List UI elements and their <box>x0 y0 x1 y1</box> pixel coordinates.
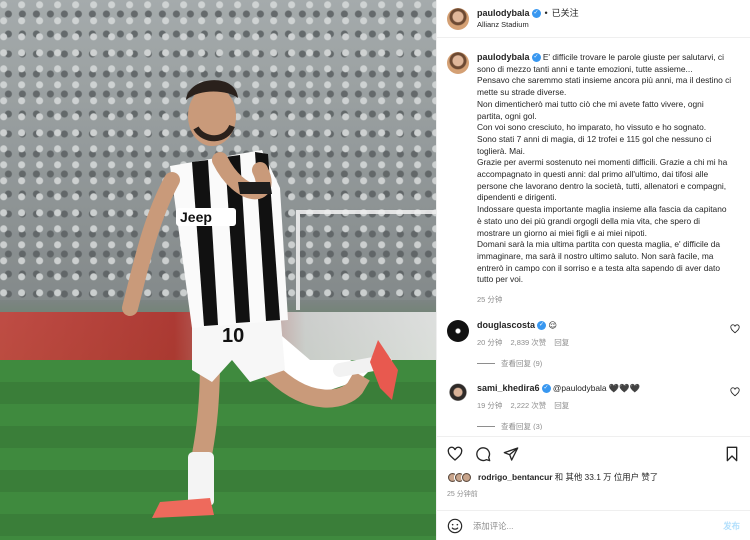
reply-button[interactable]: 回复 <box>554 337 569 348</box>
caption-time: 25 分钟 <box>477 295 503 305</box>
comment-likes[interactable]: 2,222 次赞 <box>510 400 546 411</box>
comment-text: @paulodybala 🖤🖤🖤 <box>552 382 641 393</box>
post-photo[interactable]: 10 Jeep <box>0 0 436 540</box>
instagram-post: 10 Jeep paulodybala ✓ • 已关注 Allianz Stad… <box>0 0 750 540</box>
caption-line: partita, ogni gol. <box>477 110 537 121</box>
comment-time: 19 分钟 <box>477 400 503 410</box>
comments-scroll-area[interactable]: paulodybala ✓ E' difficile trovare le par… <box>437 46 750 430</box>
caption-line: persone che lavorano dentro la società, … <box>477 180 727 191</box>
view-replies-label: 查看回复 (3) <box>501 421 543 430</box>
caption-block: paulodybala ✓ E' difficile trovare le par… <box>447 52 740 306</box>
comment-actions: 19 分钟 2,222 次赞 回复 <box>477 400 740 411</box>
caption-line: Grazie per avermi sostenuto nei momenti … <box>477 157 728 168</box>
caption-avatar[interactable] <box>447 52 469 74</box>
caption-text: paulodybala ✓ E' difficile trovare le par… <box>477 52 731 306</box>
post-location[interactable]: Allianz Stadium <box>477 19 579 30</box>
caption-lines: paulodybala ✓ E' difficile trovare le par… <box>477 52 731 286</box>
author-info: paulodybala ✓ • 已关注 Allianz Stadium <box>477 8 579 30</box>
caption-line: accompagnato in questi anni: dal primo a… <box>477 169 709 180</box>
caption-line-text: E' difficile trovare le parole giuste pe… <box>542 52 724 62</box>
comment-body: sami_khedira6 ✓ @paulodybala 🖤🖤🖤 19 分钟 2,… <box>477 383 740 411</box>
post-header: paulodybala ✓ • 已关注 Allianz Stadium <box>437 0 750 38</box>
reply-button[interactable]: 回复 <box>554 400 569 411</box>
caption-line: Con voi sono cresciuto, ho imparato, ho … <box>477 122 707 133</box>
commenter-username[interactable]: douglascosta <box>477 320 535 330</box>
caption-line: mette su strade diverse. <box>477 87 567 98</box>
caption-line: Non dimenticherò mai tutto ciò che mi av… <box>477 98 704 109</box>
author-username[interactable]: paulodybala <box>477 8 530 19</box>
caption-line: toglierà. Mai. <box>477 145 525 156</box>
comment-actions: 20 分钟 2,839 次赞 回复 <box>477 337 740 348</box>
comment-like-icon[interactable] <box>730 387 740 397</box>
replies-divider <box>477 425 495 427</box>
emoji-smiley-icon[interactable] <box>447 518 463 534</box>
liker-avatars[interactable] <box>447 471 472 483</box>
like-heart-icon[interactable] <box>447 446 463 462</box>
caption-line: entrerò in campo con il sorriso e a test… <box>477 262 721 273</box>
header-separator: • <box>544 7 548 18</box>
caption-line: tutto per voi. <box>477 274 524 285</box>
verified-badge-icon: ✓ <box>537 321 547 331</box>
comment-composer: 发布 <box>437 510 750 540</box>
comment-item: sami_khedira6 ✓ @paulodybala 🖤🖤🖤 19 分钟 2,… <box>447 382 740 411</box>
bookmark-icon[interactable] <box>724 446 740 462</box>
caption-line: è stato uno dei più grandi orgogli della… <box>477 215 701 226</box>
liked-by-username[interactable]: rodrigo_bentancur <box>478 472 552 482</box>
comment-body: douglascosta ✓ 😌 20 分钟 2,839 次赞 回复 <box>477 320 740 348</box>
action-bar: rodrigo_bentancur 和 其他 33.1 万 位用户 赞了 25 … <box>437 436 750 540</box>
commenter-avatar[interactable] <box>447 319 469 342</box>
shorts-number: 10 <box>222 325 244 347</box>
commenter-avatar[interactable] <box>447 382 469 405</box>
liked-by-row: rodrigo_bentancur 和 其他 33.1 万 位用户 赞了 <box>447 471 740 483</box>
comment-text: 😌 <box>548 319 558 330</box>
share-paper-plane-icon[interactable] <box>503 446 519 462</box>
author-avatar[interactable] <box>447 7 469 30</box>
view-replies-label: 查看回复 (9) <box>501 358 543 368</box>
comment-bubble-icon[interactable] <box>475 446 491 462</box>
caption-username[interactable]: paulodybala <box>477 52 530 62</box>
replies-divider <box>477 362 495 364</box>
post-details-panel: paulodybala ✓ • 已关注 Allianz Stadium paul… <box>436 0 750 540</box>
caption-line: Pensavo che saremmo stati insieme ancora… <box>477 75 732 86</box>
posted-ago: 25 分钟前 <box>447 491 478 498</box>
following-button[interactable]: 已关注 <box>552 8 579 19</box>
view-replies-button[interactable]: 查看回复 (3) <box>447 421 740 430</box>
post-comment-button[interactable]: 发布 <box>723 520 740 532</box>
action-icons <box>447 437 740 471</box>
caption-line: mostrare un giorno ai miei figli e ai mi… <box>477 227 647 238</box>
verified-badge-icon: ✓ <box>531 8 541 18</box>
comment-like-icon[interactable] <box>730 324 740 334</box>
verified-badge-icon: ✓ <box>531 53 541 63</box>
author-line: paulodybala ✓ • 已关注 <box>477 8 579 19</box>
player-figure: 10 Jeep <box>122 80 398 518</box>
verified-badge-icon: ✓ <box>541 384 551 394</box>
commenter-username[interactable]: sami_khedira6 <box>477 383 540 393</box>
liked-by-text: rodrigo_bentancur 和 其他 33.1 万 位用户 赞了 <box>478 471 658 483</box>
caption-line: Indossare questa importante maglia insie… <box>477 204 727 215</box>
caption-line: sono di mezzo tanti anni e tante emozion… <box>477 63 693 74</box>
comment-time: 20 分钟 <box>477 337 503 347</box>
caption-line: dipendenti e dirigenti. <box>477 192 557 203</box>
caption-line: immaginare, ma sarà il nostro ultimo sal… <box>477 250 714 261</box>
comment-input[interactable] <box>473 520 714 531</box>
caption-line: Domani sarà la mia ultima partita con qu… <box>477 239 721 250</box>
caption-line: paulodybala ✓ E' difficile trovare le par… <box>477 52 731 64</box>
comment-item: douglascosta ✓ 😌 20 分钟 2,839 次赞 回复 <box>447 319 740 348</box>
liked-by-rest[interactable]: 和 其他 33.1 万 位用户 赞了 <box>555 472 658 482</box>
view-replies-button[interactable]: 查看回复 (9) <box>447 358 740 369</box>
jersey-sponsor: Jeep <box>180 209 212 225</box>
caption-line: Sono stati 7 anni di magia, di 12 trofei… <box>477 133 712 144</box>
comment-likes[interactable]: 2,839 次赞 <box>510 337 546 348</box>
